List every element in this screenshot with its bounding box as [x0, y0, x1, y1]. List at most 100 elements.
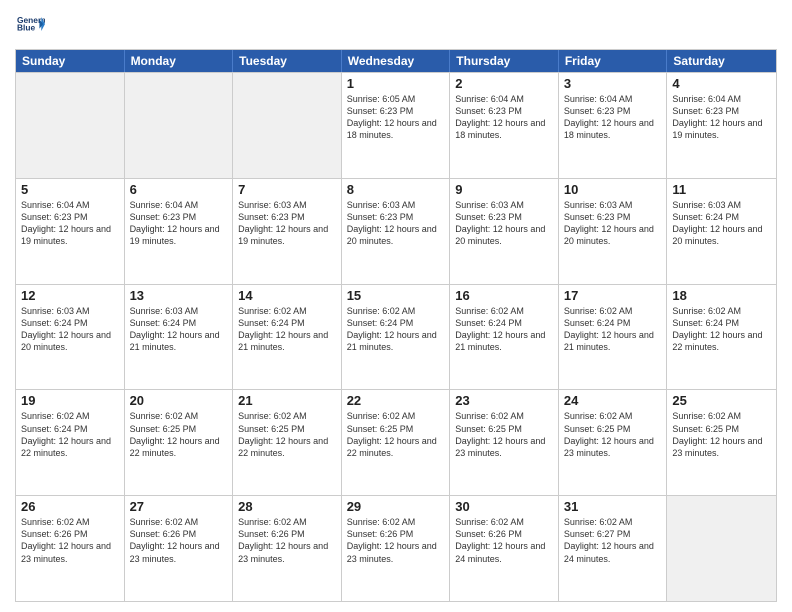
- cell-info: Sunrise: 6:02 AM Sunset: 6:25 PM Dayligh…: [564, 410, 662, 459]
- day-number: 27: [130, 499, 228, 514]
- calendar-cell-22: 22Sunrise: 6:02 AM Sunset: 6:25 PM Dayli…: [342, 390, 451, 495]
- day-number: 28: [238, 499, 336, 514]
- cell-info: Sunrise: 6:04 AM Sunset: 6:23 PM Dayligh…: [564, 93, 662, 142]
- calendar-cell-13: 13 Sunrise: 6:03 AM Sunset: 6:24 PM Dayli…: [125, 285, 234, 390]
- day-number: 18: [672, 288, 771, 303]
- header-day-monday: Monday: [125, 50, 234, 72]
- calendar-cell-11: 11 Sunrise: 6:03 AM Sunset: 6:24 PM Dayli…: [667, 179, 776, 284]
- header-day-friday: Friday: [559, 50, 668, 72]
- header: General Blue: [15, 10, 777, 43]
- day-number: 23: [455, 393, 553, 408]
- calendar-row-3: 19Sunrise: 6:02 AM Sunset: 6:24 PM Dayli…: [16, 389, 776, 495]
- day-number: 31: [564, 499, 662, 514]
- cell-info: Sunrise: 6:02 AM Sunset: 6:24 PM Dayligh…: [672, 305, 771, 354]
- calendar-cell-15: 15 Sunrise: 6:02 AM Sunset: 6:24 PM Dayli…: [342, 285, 451, 390]
- calendar-row-0: 1 Sunrise: 6:05 AM Sunset: 6:23 PM Daylig…: [16, 72, 776, 178]
- day-number: 13: [130, 288, 228, 303]
- cell-info: Sunrise: 6:04 AM Sunset: 6:23 PM Dayligh…: [672, 93, 771, 142]
- day-number: 9: [455, 182, 553, 197]
- calendar-cell-12: 12 Sunrise: 6:03 AM Sunset: 6:24 PM Dayli…: [16, 285, 125, 390]
- calendar-cell-4: 4Sunrise: 6:04 AM Sunset: 6:23 PM Daylig…: [667, 73, 776, 178]
- calendar-header: SundayMondayTuesdayWednesdayThursdayFrid…: [16, 50, 776, 72]
- day-number: 5: [21, 182, 119, 197]
- day-number: 8: [347, 182, 445, 197]
- header-day-wednesday: Wednesday: [342, 50, 451, 72]
- day-number: 22: [347, 393, 445, 408]
- calendar-cell-empty-0-2: [233, 73, 342, 178]
- calendar-cell-27: 27Sunrise: 6:02 AM Sunset: 6:26 PM Dayli…: [125, 496, 234, 601]
- calendar-cell-19: 19Sunrise: 6:02 AM Sunset: 6:24 PM Dayli…: [16, 390, 125, 495]
- cell-info: Sunrise: 6:03 AM Sunset: 6:24 PM Dayligh…: [130, 305, 228, 354]
- day-number: 30: [455, 499, 553, 514]
- day-number: 1: [347, 76, 445, 91]
- calendar-cell-26: 26 Sunrise: 6:02 AM Sunset: 6:26 PM Dayli…: [16, 496, 125, 601]
- cell-info: Sunrise: 6:02 AM Sunset: 6:24 PM Dayligh…: [347, 305, 445, 354]
- page: General Blue SundayMondayTuesdayWednesda…: [0, 0, 792, 612]
- calendar-cell-30: 30 Sunrise: 6:02 AM Sunset: 6:26 PM Dayli…: [450, 496, 559, 601]
- cell-info: Sunrise: 6:02 AM Sunset: 6:25 PM Dayligh…: [130, 410, 228, 459]
- day-number: 17: [564, 288, 662, 303]
- calendar-cell-20: 20Sunrise: 6:02 AM Sunset: 6:25 PM Dayli…: [125, 390, 234, 495]
- day-number: 12: [21, 288, 119, 303]
- day-number: 21: [238, 393, 336, 408]
- calendar-cell-5: 5 Sunrise: 6:04 AM Sunset: 6:23 PM Daylig…: [16, 179, 125, 284]
- cell-info: Sunrise: 6:02 AM Sunset: 6:25 PM Dayligh…: [672, 410, 771, 459]
- calendar-cell-empty-4-6: [667, 496, 776, 601]
- day-number: 24: [564, 393, 662, 408]
- cell-info: Sunrise: 6:02 AM Sunset: 6:26 PM Dayligh…: [21, 516, 119, 565]
- calendar-row-4: 26 Sunrise: 6:02 AM Sunset: 6:26 PM Dayli…: [16, 495, 776, 601]
- day-number: 14: [238, 288, 336, 303]
- calendar-cell-empty-0-0: [16, 73, 125, 178]
- calendar-cell-3: 3Sunrise: 6:04 AM Sunset: 6:23 PM Daylig…: [559, 73, 668, 178]
- calendar-cell-10: 10 Sunrise: 6:03 AM Sunset: 6:23 PM Dayli…: [559, 179, 668, 284]
- day-number: 29: [347, 499, 445, 514]
- day-number: 10: [564, 182, 662, 197]
- day-number: 25: [672, 393, 771, 408]
- calendar: SundayMondayTuesdayWednesdayThursdayFrid…: [15, 49, 777, 602]
- cell-info: Sunrise: 6:03 AM Sunset: 6:23 PM Dayligh…: [238, 199, 336, 248]
- calendar-cell-31: 31Sunrise: 6:02 AM Sunset: 6:27 PM Dayli…: [559, 496, 668, 601]
- cell-info: Sunrise: 6:02 AM Sunset: 6:26 PM Dayligh…: [238, 516, 336, 565]
- calendar-cell-9: 9Sunrise: 6:03 AM Sunset: 6:23 PM Daylig…: [450, 179, 559, 284]
- day-number: 11: [672, 182, 771, 197]
- cell-info: Sunrise: 6:02 AM Sunset: 6:24 PM Dayligh…: [21, 410, 119, 459]
- day-number: 7: [238, 182, 336, 197]
- calendar-cell-2: 2 Sunrise: 6:04 AM Sunset: 6:23 PM Daylig…: [450, 73, 559, 178]
- calendar-cell-21: 21 Sunrise: 6:02 AM Sunset: 6:25 PM Dayli…: [233, 390, 342, 495]
- cell-info: Sunrise: 6:03 AM Sunset: 6:23 PM Dayligh…: [347, 199, 445, 248]
- cell-info: Sunrise: 6:05 AM Sunset: 6:23 PM Dayligh…: [347, 93, 445, 142]
- day-number: 6: [130, 182, 228, 197]
- day-number: 26: [21, 499, 119, 514]
- calendar-body: 1 Sunrise: 6:05 AM Sunset: 6:23 PM Daylig…: [16, 72, 776, 601]
- calendar-cell-16: 16Sunrise: 6:02 AM Sunset: 6:24 PM Dayli…: [450, 285, 559, 390]
- header-day-sunday: Sunday: [16, 50, 125, 72]
- cell-info: Sunrise: 6:02 AM Sunset: 6:25 PM Dayligh…: [238, 410, 336, 459]
- calendar-row-1: 5 Sunrise: 6:04 AM Sunset: 6:23 PM Daylig…: [16, 178, 776, 284]
- header-day-saturday: Saturday: [667, 50, 776, 72]
- header-day-thursday: Thursday: [450, 50, 559, 72]
- calendar-cell-8: 8 Sunrise: 6:03 AM Sunset: 6:23 PM Daylig…: [342, 179, 451, 284]
- cell-info: Sunrise: 6:02 AM Sunset: 6:26 PM Dayligh…: [455, 516, 553, 565]
- day-number: 2: [455, 76, 553, 91]
- calendar-cell-14: 14 Sunrise: 6:02 AM Sunset: 6:24 PM Dayli…: [233, 285, 342, 390]
- calendar-cell-18: 18 Sunrise: 6:02 AM Sunset: 6:24 PM Dayli…: [667, 285, 776, 390]
- header-day-tuesday: Tuesday: [233, 50, 342, 72]
- svg-text:Blue: Blue: [17, 23, 35, 33]
- cell-info: Sunrise: 6:02 AM Sunset: 6:24 PM Dayligh…: [238, 305, 336, 354]
- cell-info: Sunrise: 6:03 AM Sunset: 6:23 PM Dayligh…: [564, 199, 662, 248]
- calendar-cell-29: 29 Sunrise: 6:02 AM Sunset: 6:26 PM Dayli…: [342, 496, 451, 601]
- calendar-cell-25: 25 Sunrise: 6:02 AM Sunset: 6:25 PM Dayli…: [667, 390, 776, 495]
- cell-info: Sunrise: 6:02 AM Sunset: 6:26 PM Dayligh…: [347, 516, 445, 565]
- cell-info: Sunrise: 6:04 AM Sunset: 6:23 PM Dayligh…: [455, 93, 553, 142]
- calendar-cell-28: 28 Sunrise: 6:02 AM Sunset: 6:26 PM Dayli…: [233, 496, 342, 601]
- cell-info: Sunrise: 6:02 AM Sunset: 6:25 PM Dayligh…: [455, 410, 553, 459]
- logo: General Blue: [15, 10, 45, 43]
- day-number: 15: [347, 288, 445, 303]
- day-number: 16: [455, 288, 553, 303]
- cell-info: Sunrise: 6:03 AM Sunset: 6:24 PM Dayligh…: [672, 199, 771, 248]
- cell-info: Sunrise: 6:04 AM Sunset: 6:23 PM Dayligh…: [21, 199, 119, 248]
- calendar-cell-23: 23 Sunrise: 6:02 AM Sunset: 6:25 PM Dayli…: [450, 390, 559, 495]
- calendar-cell-6: 6Sunrise: 6:04 AM Sunset: 6:23 PM Daylig…: [125, 179, 234, 284]
- cell-info: Sunrise: 6:03 AM Sunset: 6:24 PM Dayligh…: [21, 305, 119, 354]
- logo-icon: General Blue: [17, 10, 45, 38]
